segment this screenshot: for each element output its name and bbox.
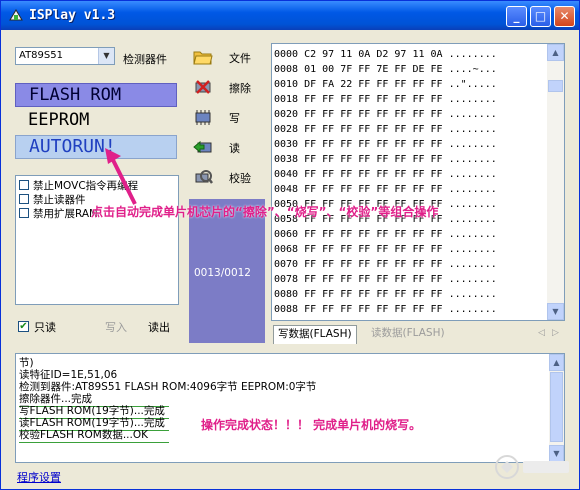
annotation-arrow (105, 148, 137, 205)
hex-row: 0078 FF FF FF FF FF FF FF FF ........ (274, 274, 497, 285)
title-bar[interactable]: ISPlay v1.3 _ □ ✕ (1, 1, 579, 30)
erase-button[interactable]: 擦除 (189, 75, 263, 100)
tab-read-data[interactable]: 读数据(FLASH) (367, 325, 449, 344)
hex-row: 0020 FF FF FF FF FF FF FF FF ........ (274, 109, 497, 120)
hex-row: 0010 DF FA 22 FF FF FF FF FF .."..... (274, 79, 497, 90)
option-label-no-ext-ram: 禁用扩展RAM (33, 208, 99, 220)
log-line-underline (19, 442, 169, 443)
write-chip-button-label: 写 (229, 112, 240, 125)
hex-data-view[interactable]: 0000 C2 97 11 0A D2 97 11 0A ........ 000… (271, 43, 565, 321)
erase-button-label: 擦除 (229, 82, 251, 95)
scroll-up-icon[interactable]: ▲ (547, 44, 564, 61)
folder-icon (193, 51, 213, 65)
log-scroll-up-icon[interactable]: ▲ (549, 354, 564, 371)
minimize-button[interactable]: _ (506, 6, 527, 27)
hex-row: 0038 FF FF FF FF FF FF FF FF ........ (274, 154, 497, 165)
autorun-annotation: 点击自动完成单片机芯片的“擦除”、“烧写”、“校验”等组合操作 (91, 205, 439, 219)
hex-row: 0018 FF FF FF FF FF FF FF FF ........ (274, 94, 497, 105)
hex-row: 0000 C2 97 11 0A D2 97 11 0A ........ (274, 49, 497, 60)
log-panel[interactable]: 节) 读特征ID=1E,51,06 检测到器件:AT89S51 FLASH ROM:… (15, 353, 565, 463)
write-chip-icon (195, 110, 211, 125)
file-button[interactable]: 文件 (189, 45, 263, 70)
maximize-button[interactable]: □ (530, 6, 551, 27)
file-button-label: 文件 (229, 52, 251, 65)
program-settings-link[interactable]: 程序设置 (17, 469, 61, 485)
option-checkbox-no-ext-ram[interactable] (19, 208, 29, 218)
tab-prev-icon[interactable]: ◁ (538, 328, 545, 338)
option-checkbox-movc[interactable] (19, 180, 29, 190)
hex-row: 0008 01 00 7F FF 7E FF DE FE ....~... (274, 64, 497, 75)
scroll-thumb[interactable] (548, 80, 563, 92)
mode-eeprom-button[interactable]: EEPROM (15, 109, 177, 133)
close-button[interactable]: ✕ (554, 6, 575, 27)
window-title: ISPlay v1.3 (29, 8, 116, 23)
mode-flash-rom-button[interactable]: FLASH ROM (15, 83, 177, 107)
chip-select-value: AT89S51 (19, 50, 63, 61)
log-line-text: 校验FLASH ROM数据...OK (19, 429, 148, 441)
progress-counter: 0013/0012 (194, 267, 251, 279)
readonly-checkbox[interactable]: ✔ (18, 321, 29, 332)
option-label-no-read: 禁止读器件 (33, 194, 86, 206)
hex-scrollbar[interactable]: ▲ ▼ (547, 44, 564, 320)
hex-row: 0060 FF FF FF FF FF FF FF FF ........ (274, 229, 497, 240)
hex-row: 0080 FF FF FF FF FF FF FF FF ........ (274, 289, 497, 300)
write-chip-button[interactable]: 写 (189, 105, 263, 130)
chevron-down-icon[interactable]: ▼ (98, 48, 114, 64)
verify-button-label: 校验 (229, 172, 251, 185)
hex-row: 0030 FF FF FF FF FF FF FF FF ........ (274, 139, 497, 150)
hex-row: 0040 FF FF FF FF FF FF FF FF ........ (274, 169, 497, 180)
write-button[interactable]: 写入 (105, 319, 127, 335)
log-scrollbar[interactable]: ▲ ▼ (549, 354, 564, 462)
hex-row: 0070 FF FF FF FF FF FF FF FF ........ (274, 259, 497, 270)
tab-next-icon[interactable]: ▷ (552, 328, 559, 338)
detect-device-button[interactable]: 检测器件 (123, 51, 167, 67)
progress-counter-panel: 0013/0012 (189, 199, 265, 343)
erase-icon (195, 80, 211, 94)
hex-row: 0068 FF FF FF FF FF FF FF FF ........ (274, 244, 497, 255)
read-chip-icon (193, 140, 212, 154)
log-status-annotation: 操作完成状态！！！ 完成单片机的烧写。 (201, 418, 422, 432)
read-button[interactable]: 读出 (148, 319, 170, 335)
read-chip-button[interactable]: 读 (189, 135, 263, 160)
chip-select[interactable]: AT89S51 ▼ (15, 47, 115, 65)
tab-write-data[interactable]: 写数据(FLASH) (273, 325, 357, 344)
app-window: ISPlay v1.3 _ □ ✕ AT89S51 ▼ 检测器件 FLASH R… (0, 0, 580, 490)
readonly-label: 只读 (34, 321, 56, 334)
verify-button[interactable]: 校验 (189, 165, 263, 190)
hex-row: 0088 FF FF FF FF FF FF FF FF ........ (274, 304, 497, 315)
log-line: 校验FLASH ROM数据...OK (19, 427, 169, 443)
option-checkbox-no-read[interactable] (19, 194, 29, 204)
log-scroll-thumb[interactable] (550, 372, 563, 442)
read-chip-button-label: 读 (229, 142, 240, 155)
verify-icon (195, 170, 213, 184)
hex-row: 0028 FF FF FF FF FF FF FF FF ........ (274, 124, 497, 135)
hex-row: 0048 FF FF FF FF FF FF FF FF ........ (274, 184, 497, 195)
app-icon (9, 9, 23, 21)
scroll-down-icon[interactable]: ▼ (547, 303, 564, 320)
watermark-logo (495, 455, 569, 479)
